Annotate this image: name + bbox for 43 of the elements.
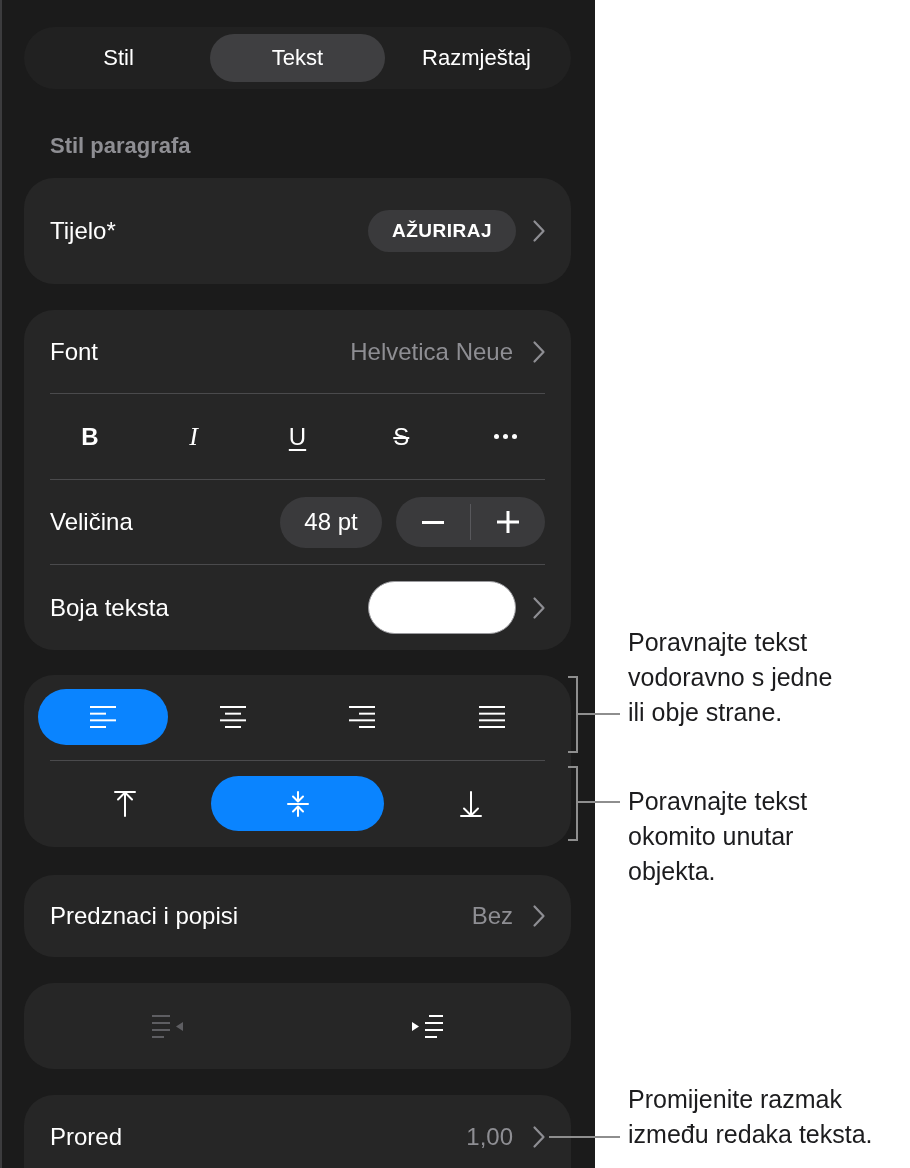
- chevron-icon[interactable]: [533, 596, 545, 619]
- increase-button[interactable]: [471, 497, 545, 547]
- callout-text: Poravnajte tekst vodoravno s jedne ili obje strane.: [628, 627, 834, 728]
- row-value: Helvetica Neue: [350, 337, 513, 366]
- align-right-icon: [349, 706, 376, 728]
- tab[interactable]: Tekst: [210, 34, 385, 82]
- row-label: Font: [50, 337, 99, 366]
- align-top-icon: [113, 790, 136, 817]
- italic-button[interactable]: I: [165, 411, 222, 462]
- section-heading: Stil paragrafa: [50, 132, 191, 160]
- align-justify-icon: [479, 706, 506, 728]
- tab[interactable]: Stil: [31, 34, 206, 82]
- paragraph-style-label: Tijelo*: [50, 217, 116, 245]
- chevron-icon[interactable]: [533, 905, 545, 927]
- row-label: Veličina: [50, 508, 133, 536]
- chevron-icon[interactable]: [533, 340, 545, 363]
- bold-button[interactable]: B: [61, 411, 118, 462]
- align-center-icon: [219, 706, 246, 728]
- size-field[interactable]: 48 pt: [280, 496, 382, 548]
- row-label: Prored: [50, 1123, 123, 1151]
- underline-button[interactable]: U: [269, 411, 326, 462]
- row-label: Predznaci i popisi: [50, 902, 239, 930]
- decrease-indent-icon: [152, 1014, 184, 1038]
- callout-text: Poravnajte tekst okomito unutar objekta.: [628, 786, 809, 887]
- color-swatch[interactable]: [368, 581, 516, 634]
- increase-indent-icon: [411, 1014, 443, 1038]
- update-button[interactable]: AŽURIRAJ: [367, 210, 516, 252]
- align-middle-icon: [286, 790, 309, 817]
- row-value: Bez: [471, 902, 513, 930]
- tab[interactable]: Razmještaj: [389, 34, 564, 82]
- align-left-button[interactable]: [38, 689, 168, 745]
- minus-icon: [422, 520, 444, 524]
- align-left-icon: [89, 706, 116, 728]
- row-label: Boja teksta: [50, 593, 169, 622]
- align-bottom-icon: [459, 790, 482, 817]
- plus-icon: [497, 511, 519, 533]
- row-value: 1,00: [466, 1123, 513, 1151]
- chevron-icon[interactable]: [533, 1126, 545, 1148]
- strikethrough-button[interactable]: S: [373, 411, 430, 462]
- callout-text: Promijenite razmak između redaka teksta.: [628, 1084, 874, 1150]
- align-middle-button[interactable]: [211, 776, 384, 831]
- more-icon: [493, 434, 517, 439]
- chevron-icon[interactable]: [533, 220, 545, 242]
